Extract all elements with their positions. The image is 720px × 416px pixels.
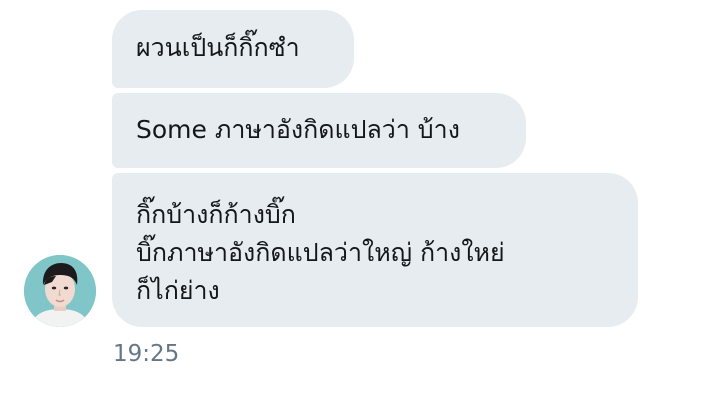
message-text: Some ภาษาอังกิดแปลว่า บ้าง [136, 115, 460, 144]
avatar[interactable] [24, 255, 96, 327]
user-avatar-icon [24, 255, 96, 327]
dm-conversation: ผวนเป็นก็กิ๊กซํา Some ภาษาอังกิดแปลว่า บ… [0, 0, 720, 416]
message-timestamp: 19:25 [113, 341, 180, 367]
message-bubble[interactable]: ผวนเป็นก็กิ๊กซํา [112, 10, 354, 88]
message-bubble[interactable]: Some ภาษาอังกิดแปลว่า บ้าง [112, 93, 526, 168]
message-text: ผวนเป็นก็กิ๊กซํา [136, 33, 300, 62]
message-text-line: บิ๊กภาษาอังกิดแปลว่าใหญ่ ก้างใหย่ [136, 238, 505, 267]
message-bubble[interactable]: กิ๊กบ้างก็ก้างบิ๊ก บิ๊กภาษาอังกิดแปลว่าใ… [112, 173, 638, 327]
message-text-line: กิ๊กบ้างก็ก้างบิ๊ก [136, 200, 296, 229]
message-text-line: ก็ไก่ย่าง [136, 276, 220, 305]
